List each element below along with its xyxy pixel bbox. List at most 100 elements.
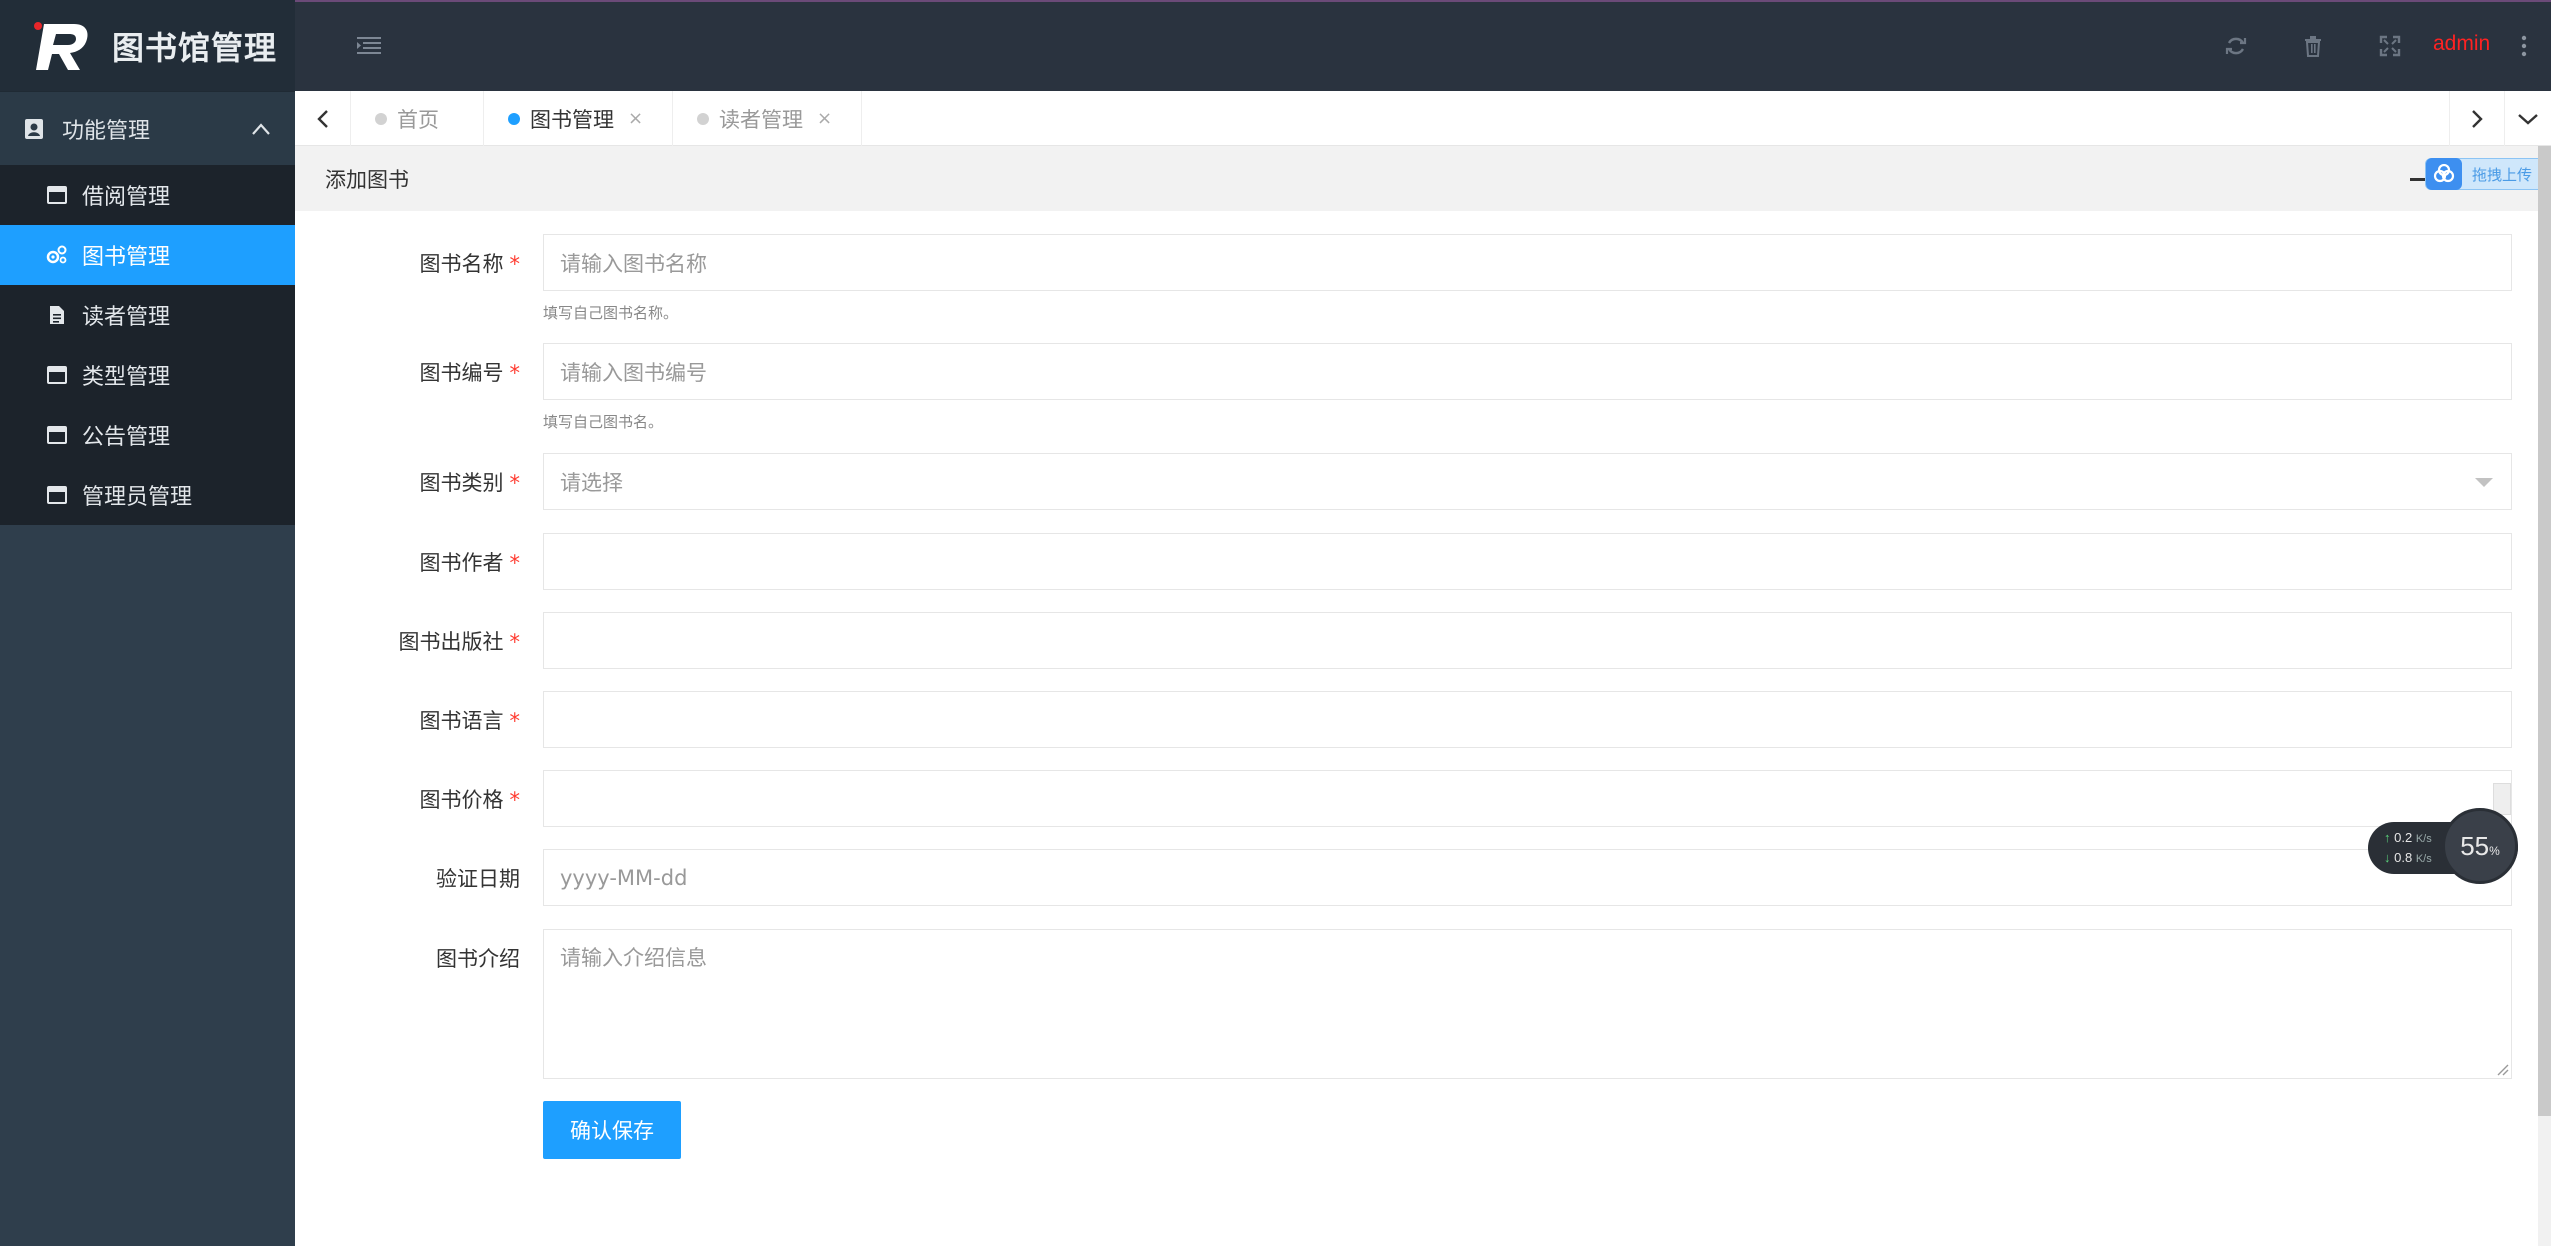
tab-label: 首页 (397, 107, 439, 132)
required-mark: * (509, 361, 521, 385)
sidebar-item-label: 图书管理 (82, 245, 171, 270)
chevron-right-icon (2472, 109, 2483, 128)
tab-menu-button[interactable] (2505, 91, 2551, 146)
upload-badge[interactable]: 拖拽上传 (2425, 158, 2551, 190)
tab-label: 图书管理 (530, 107, 614, 132)
book-name-input[interactable]: 请输入图书名称 (543, 234, 2512, 291)
field-label: 图书类别 * (295, 467, 521, 497)
field-label: 图书语言 * (295, 705, 521, 735)
trash-icon[interactable] (2302, 35, 2324, 57)
required-mark: * (509, 252, 521, 276)
required-mark: * (509, 551, 521, 575)
arrow-down-icon: ↓ (2384, 850, 2391, 865)
resize-grip-icon[interactable] (2495, 1062, 2509, 1076)
speed-unit: K/s (2415, 853, 2432, 865)
tab-readers[interactable]: 读者管理 × (673, 91, 862, 146)
required-mark: * (509, 788, 521, 812)
tab-close-icon[interactable]: × (628, 108, 643, 129)
field-label-text: 图书价格 (419, 788, 504, 812)
field-label: 图书出版社 * (295, 626, 521, 656)
tab-dot (697, 112, 709, 125)
fullscreen-icon[interactable] (2379, 35, 2401, 57)
book-publisher-input[interactable] (543, 612, 2512, 669)
sidebar-item-label: 类型管理 (82, 365, 171, 390)
more-vertical-icon[interactable] (2520, 35, 2528, 57)
upload-badge-label: 拖拽上传 (2472, 165, 2533, 184)
required-mark: * (509, 471, 521, 495)
window-icon (46, 424, 68, 446)
refresh-icon[interactable] (2225, 35, 2247, 57)
save-button[interactable]: 确认保存 (543, 1101, 681, 1159)
field-label: 图书作者 * (295, 547, 521, 577)
sidebar-item-books[interactable]: 图书管理 (0, 225, 295, 285)
usage-gauge[interactable]: 55% (2442, 808, 2518, 884)
menu-group-function[interactable]: 功能管理 (0, 91, 295, 165)
chevron-down-icon (2518, 113, 2538, 125)
download-speed: ↓ 0.8 K/s (2384, 850, 2432, 865)
field-label: 验证日期 (295, 863, 520, 893)
textarea-placeholder: 请输入介绍信息 (560, 946, 707, 970)
panel-header: 添加图书 (295, 146, 2538, 211)
book-intro-textarea[interactable]: 请输入介绍信息 (543, 929, 2512, 1079)
field-label: 图书编号 * (295, 357, 521, 387)
window-icon (46, 484, 68, 506)
sidebar-item-label: 公告管理 (82, 425, 171, 450)
field-label: 图书价格 * (295, 784, 521, 814)
field-label-text: 图书作者 (419, 551, 504, 575)
book-category-select[interactable]: 请选择 (543, 453, 2512, 510)
logo-icon (34, 21, 88, 70)
input-placeholder: 请输入图书名称 (560, 251, 707, 276)
panel-title: 添加图书 (325, 167, 409, 192)
app-title: 图书馆管理 (112, 28, 278, 67)
sidebar-item-borrow[interactable]: 借阅管理 (0, 165, 295, 225)
field-label-text: 图书出版社 (398, 630, 504, 654)
window-icon (46, 364, 68, 386)
field-label-text: 图书语言 (419, 709, 504, 733)
caret-down-icon (2475, 478, 2493, 487)
page-scrollbar-track[interactable] (2538, 1116, 2551, 1246)
address-book-icon (25, 118, 43, 139)
menu-group-label: 功能管理 (62, 118, 151, 144)
sidebar-item-admins[interactable]: 管理员管理 (0, 465, 295, 525)
page-scrollbar-thumb[interactable] (2538, 146, 2551, 1116)
number-spinner[interactable] (2493, 783, 2511, 815)
user-name[interactable]: admin (2433, 32, 2490, 56)
download-value: 0.8 (2394, 850, 2413, 865)
upload-speed: ↑ 0.2 K/s (2384, 830, 2432, 845)
book-language-input[interactable] (543, 691, 2512, 748)
input-placeholder: 请输入图书编号 (560, 360, 707, 385)
window-icon (46, 184, 68, 206)
field-label-text: 验证日期 (436, 867, 520, 891)
tab-close-icon[interactable]: × (817, 108, 832, 129)
sidebar-item-label: 读者管理 (82, 305, 171, 330)
chevron-up-icon (252, 122, 270, 135)
gauge-unit: % (2489, 844, 2500, 858)
verify-date-input[interactable]: yyyy-MM-dd (543, 849, 2512, 906)
tab-dot (508, 112, 520, 125)
tab-scroll-right-button[interactable] (2449, 91, 2505, 146)
upload-value: 0.2 (2394, 830, 2413, 845)
field-label-text: 图书编号 (419, 361, 504, 385)
arrow-up-icon: ↑ (2384, 830, 2391, 845)
tab-label: 读者管理 (719, 107, 803, 132)
sidebar-item-types[interactable]: 类型管理 (0, 345, 295, 405)
field-label: 图书名称 * (295, 248, 521, 278)
field-label-text: 图书名称 (419, 252, 504, 276)
sidebar-item-readers[interactable]: 读者管理 (0, 285, 295, 345)
sidebar-item-notices[interactable]: 公告管理 (0, 405, 295, 465)
chevron-left-icon (316, 109, 328, 128)
tab-scroll-left-button[interactable] (295, 91, 351, 146)
required-mark: * (509, 630, 521, 654)
tab-bar: 首页 图书管理 × 读者管理 × (295, 91, 2551, 146)
menu-toggle-icon[interactable] (357, 36, 381, 56)
field-hint: 填写自己图书名称。 (543, 304, 679, 322)
required-mark: * (509, 709, 521, 733)
book-price-input[interactable] (543, 770, 2512, 827)
book-author-input[interactable] (543, 533, 2512, 590)
book-number-input[interactable]: 请输入图书编号 (543, 343, 2512, 400)
sidebar: 图书馆管理 功能管理 借阅管理 图书管理 读者管理 类型管理 公告管理 管理员管… (0, 0, 295, 1246)
field-label-text: 图书介绍 (436, 947, 520, 971)
tab-books[interactable]: 图书管理 × (484, 91, 673, 146)
tab-home[interactable]: 首页 (351, 91, 484, 146)
submenu: 借阅管理 图书管理 读者管理 类型管理 公告管理 管理员管理 (0, 165, 295, 525)
